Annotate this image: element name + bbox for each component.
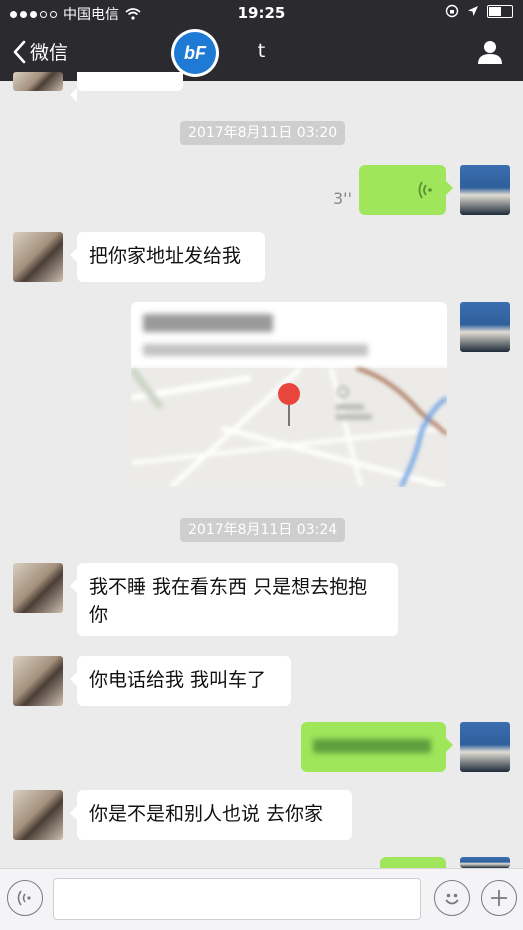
location-arrow-icon	[468, 6, 478, 16]
input-bar	[0, 868, 523, 930]
my-avatar[interactable]	[460, 857, 510, 868]
message-bubble-partial[interactable]	[380, 857, 453, 887]
contact-avatar[interactable]	[13, 232, 63, 282]
message-input[interactable]	[53, 878, 421, 920]
redacted-message-bubble[interactable]	[301, 722, 453, 772]
map-pin-icon	[278, 383, 300, 426]
contact-avatar[interactable]	[13, 656, 63, 706]
my-avatar[interactable]	[460, 302, 510, 352]
message-text: 把你家地址发给我	[89, 245, 242, 267]
location-title-redacted	[143, 314, 273, 332]
timestamp: 2017年8月11日 03:24	[180, 518, 346, 542]
redacted-phone-number	[313, 739, 431, 753]
emoji-icon	[445, 893, 459, 905]
message-bubble[interactable]: 你电话给我 我叫车了	[70, 656, 291, 706]
more-button[interactable]	[481, 880, 517, 916]
person-icon	[478, 41, 502, 64]
my-avatar[interactable]	[460, 165, 510, 215]
voice-icon	[17, 890, 31, 906]
message-bubble[interactable]: 你是不是和别人也说 去你家	[70, 790, 352, 840]
map-preview	[131, 365, 447, 487]
message-text: 我不睡 我在看东西 只是想去抱抱你	[89, 576, 368, 626]
location-card[interactable]	[131, 302, 447, 487]
contact-avatar[interactable]	[13, 563, 63, 613]
voice-input-button[interactable]	[7, 880, 43, 916]
profile-button[interactable]	[477, 40, 503, 68]
timestamp: 2017年8月11日 03:20	[180, 121, 346, 145]
message-text: 你是不是和别人也说 去你家	[89, 803, 324, 825]
battery-icon	[487, 4, 513, 18]
rotation-lock-icon	[445, 4, 459, 18]
message-bubble[interactable]: 我不睡 我在看东西 只是想去抱抱你	[70, 563, 398, 636]
voice-message-bubble[interactable]	[359, 165, 453, 215]
contact-avatar[interactable]	[13, 72, 63, 91]
message-text: 你电话给我 我叫车了	[89, 669, 267, 691]
plus-icon	[491, 890, 507, 906]
voice-duration: 3''	[333, 189, 352, 208]
voice-wave-icon	[418, 181, 432, 199]
location-address-redacted	[143, 344, 368, 356]
contact-avatar[interactable]	[13, 790, 63, 840]
my-avatar[interactable]	[460, 722, 510, 772]
emoji-button[interactable]	[434, 880, 470, 916]
message-bubble[interactable]: 把你家地址发给我	[70, 232, 265, 282]
message-bubble-partial[interactable]	[70, 72, 183, 102]
status-bar: 中国电信 19:25	[0, 0, 523, 26]
chat-title: t	[257, 40, 266, 62]
